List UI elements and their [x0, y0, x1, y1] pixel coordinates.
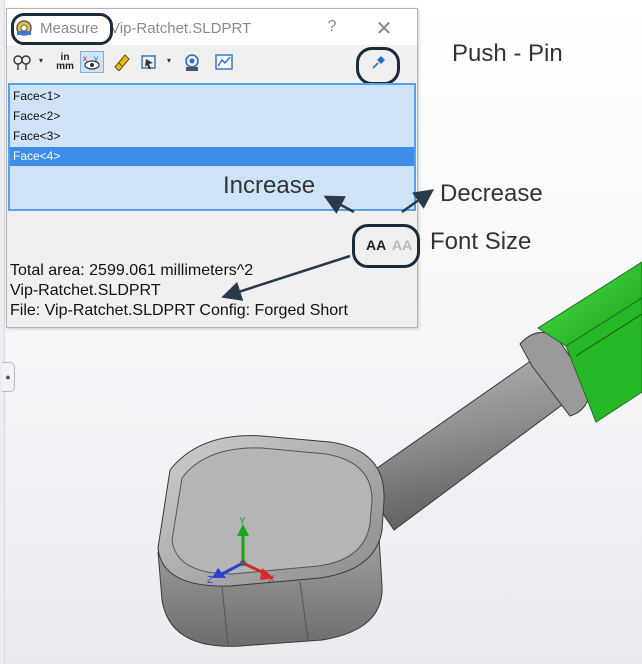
annotation-increase: Increase: [223, 172, 316, 199]
annotation-font-size: Font Size: [430, 228, 532, 255]
annotation-arrows: [221, 189, 435, 301]
increase-arrow: [323, 195, 355, 214]
font-size-arrow: [221, 254, 351, 301]
decrease-arrow: [401, 189, 435, 214]
annotation-push-pin: Push - Pin: [452, 40, 563, 67]
annotation-decrease: Decrease: [440, 180, 543, 207]
